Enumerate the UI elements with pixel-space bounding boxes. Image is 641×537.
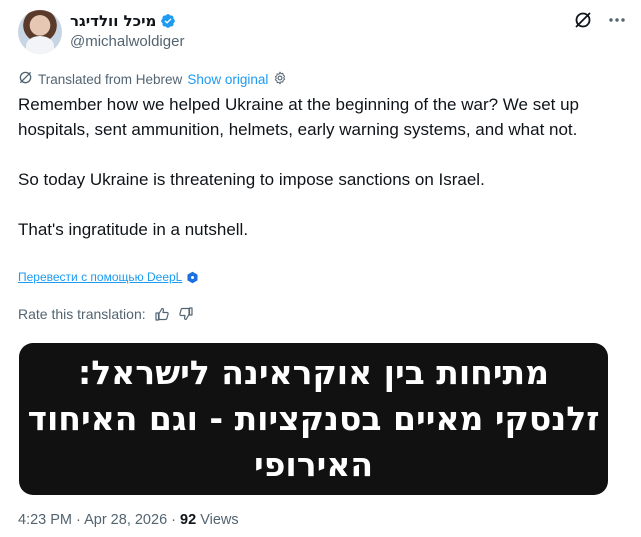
thumbs-down-icon[interactable] [178,306,194,322]
translate-icon [18,70,33,88]
display-name[interactable]: מיכל וולדיגר [70,12,156,30]
tweet-image[interactable]: מתיחות בין אוקראינה לישראל: זלנסקי מאיים… [19,343,608,495]
tweet-paragraph: So today Ukraine is threatening to impos… [18,170,485,189]
grok-icon[interactable] [573,10,593,30]
thumbs-up-icon[interactable] [154,306,170,322]
settings-gear-icon[interactable] [273,70,287,88]
meta-separator: · [167,512,181,528]
verified-badge-icon[interactable] [160,13,176,29]
views-label: Views [196,512,239,528]
deepl-logo-icon [186,271,199,284]
tweet-paragraph: Remember how we helped Ukraine at the be… [18,95,580,139]
author-info: מיכל וולדיגר @michalwoldiger [70,12,184,50]
tweet-header: מיכל וולדיגר @michalwoldiger [18,8,627,56]
avatar[interactable] [18,10,62,54]
deepl-row: Перевести с помощью DeepL [18,270,199,284]
handle[interactable]: @michalwoldiger [70,33,184,50]
tweet-meta: 4:23 PM · Apr 28, 2026 · 92 Views [18,512,239,528]
image-headline: מתיחות בין אוקראינה לישראל: זלנסקי מאיים… [27,353,600,484]
deepl-translate-link[interactable]: Перевести с помощью DeepL [18,270,182,284]
more-options-icon[interactable] [607,10,627,30]
tweet-text: Remember how we helped Ukraine at the be… [18,92,608,242]
show-original-link[interactable]: Show original [187,72,268,87]
name-row: מיכל וולדיגר [70,12,184,30]
tweet-time[interactable]: 4:23 PM [18,512,72,528]
meta-separator: · [72,512,85,528]
translation-notice: Translated from Hebrew Show original [18,70,287,88]
rate-label: Rate this translation: [18,306,146,322]
tweet-date[interactable]: Apr 28, 2026 [84,512,167,528]
rate-translation: Rate this translation: [18,306,194,322]
tweet-paragraph: That's ingratitude in a nutshell. [18,220,249,239]
views-count: 92 [180,512,197,528]
translated-label: Translated from Hebrew [38,71,183,87]
header-actions [573,10,627,30]
